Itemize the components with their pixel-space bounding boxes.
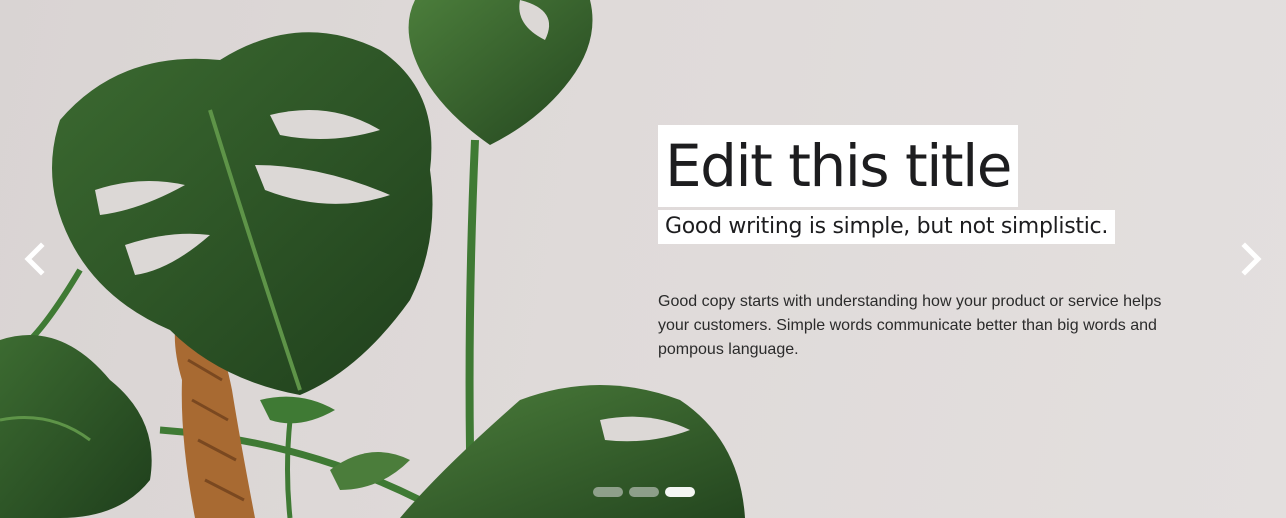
slide-subtitle[interactable]: Good writing is simple, but not simplist… bbox=[658, 210, 1116, 244]
previous-slide-button[interactable] bbox=[21, 242, 49, 276]
slide-body-text: Good copy starts with understanding how … bbox=[658, 293, 1162, 358]
slide-indicator-3[interactable] bbox=[665, 487, 695, 497]
slide-indicator-1[interactable] bbox=[593, 487, 623, 497]
slide-indicators bbox=[593, 487, 695, 497]
next-slide-button[interactable] bbox=[1237, 242, 1265, 276]
hero-slider: Edit this title Good writing is simple, … bbox=[0, 0, 1286, 518]
chevron-right-icon bbox=[1241, 242, 1262, 276]
slide-indicator-2[interactable] bbox=[629, 487, 659, 497]
slide-caption: Edit this title Good writing is simple, … bbox=[658, 125, 1198, 362]
slide-title[interactable]: Edit this title bbox=[658, 125, 1018, 207]
chevron-left-icon bbox=[24, 242, 45, 276]
